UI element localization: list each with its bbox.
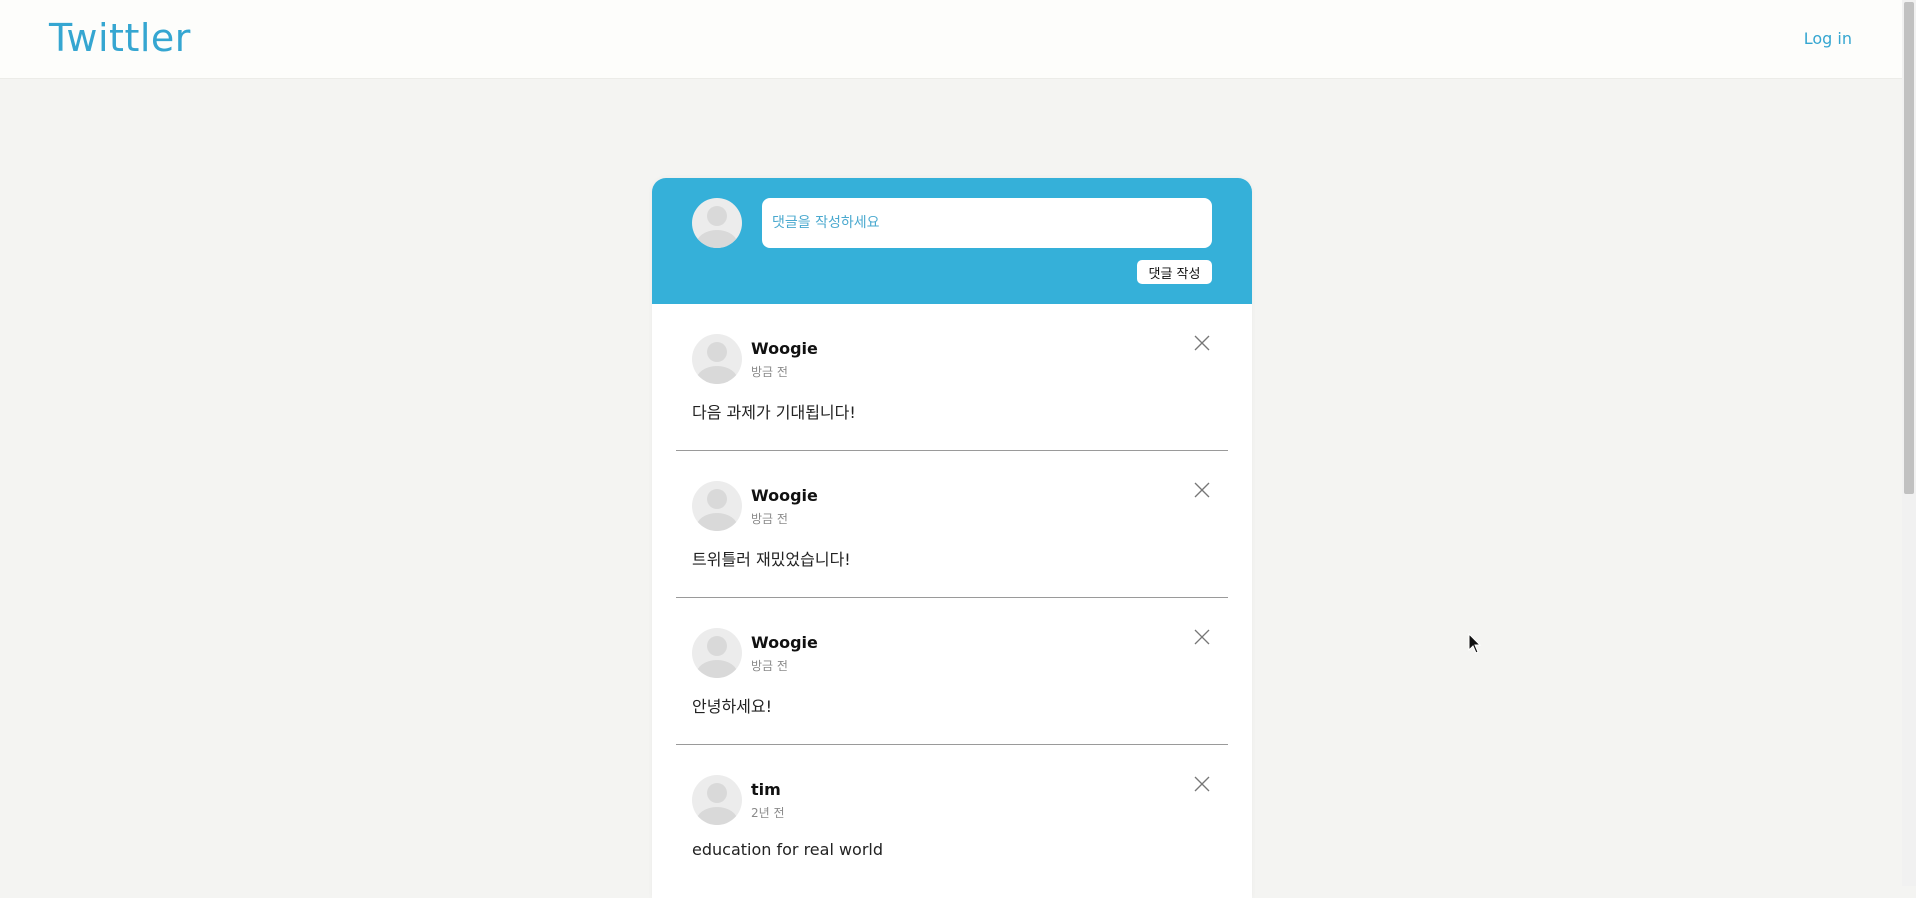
comment-text: 안녕하세요! <box>692 697 773 716</box>
comment-item: tim 2년 전 education for real world <box>652 745 1252 892</box>
comment-item: Woogie 방금 전 트위틀러 재밌었습니다! <box>652 451 1252 598</box>
comment-time: 방금 전 <box>751 365 788 379</box>
mouse-cursor-icon <box>1468 633 1482 654</box>
comment-time: 방금 전 <box>751 659 788 673</box>
page-scrollbar[interactable] <box>1902 0 1916 886</box>
comment-item: Woogie 방금 전 다음 과제가 기대됩니다! <box>652 304 1252 451</box>
comment-username: tim <box>751 780 781 799</box>
login-link[interactable]: Log in <box>1804 29 1852 48</box>
user-avatar-icon <box>692 775 742 825</box>
comment-time: 2년 전 <box>751 806 785 820</box>
close-icon[interactable] <box>1193 481 1211 499</box>
top-header: Twittler Log in <box>0 0 1902 79</box>
user-avatar-icon <box>692 198 742 248</box>
comment-input[interactable] <box>762 198 1212 248</box>
user-avatar-icon <box>692 628 742 678</box>
comment-username: Woogie <box>751 339 818 358</box>
close-icon[interactable] <box>1193 628 1211 646</box>
user-avatar-icon <box>692 481 742 531</box>
close-icon[interactable] <box>1193 775 1211 793</box>
comment-username: Woogie <box>751 486 818 505</box>
comment-username: Woogie <box>751 633 818 652</box>
comment-text: 다음 과제가 기대됩니다! <box>692 403 856 422</box>
comment-text: education for real world <box>692 840 884 859</box>
close-icon[interactable] <box>1193 334 1211 352</box>
comment-time: 방금 전 <box>751 512 788 526</box>
app-logo[interactable]: Twittler <box>49 16 191 60</box>
comment-text: 트위틀러 재밌었습니다! <box>692 550 851 569</box>
compose-panel: 댓글 작성 <box>652 178 1252 304</box>
comment-item: Woogie 방금 전 안녕하세요! <box>652 598 1252 745</box>
scrollbar-thumb[interactable] <box>1904 2 1914 494</box>
user-avatar-icon <box>692 334 742 384</box>
comments-card: 댓글 작성 Woogie 방금 전 다음 과제가 기대됩니다! Woogie 방… <box>652 178 1252 898</box>
submit-comment-button[interactable]: 댓글 작성 <box>1137 260 1212 284</box>
